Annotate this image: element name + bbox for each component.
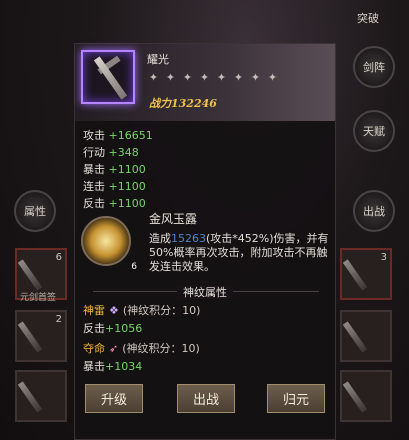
- rune-name: 夺命: [83, 342, 105, 355]
- slot-count: 2: [55, 314, 62, 325]
- slot-count: 3: [380, 252, 387, 263]
- rune-attribute: 反击+1056: [83, 320, 142, 336]
- attr-label: 反击: [83, 322, 105, 335]
- attr-value: +1100: [108, 197, 146, 210]
- attribute-row: 行动 +348: [83, 144, 153, 161]
- attr-label: 暴击: [83, 163, 105, 176]
- rune-name: 神雷: [83, 304, 105, 317]
- star-icon: ✦: [148, 71, 159, 84]
- rune-header: 夺命 ➶ (神纹积分：10): [83, 340, 200, 356]
- star-rating: ✦ ✦ ✦ ✦ ✦ ✦ ✦ ✦: [147, 71, 279, 84]
- item-detail-panel: 耀光 ✦ ✦ ✦ ✦ ✦ ✦ ✦ ✦ 战力132246 攻击 +16651 行动…: [74, 43, 336, 440]
- attribute-row: 攻击 +16651: [83, 127, 153, 144]
- skill-damage-value: 15263: [171, 232, 206, 245]
- attr-label: 连击: [83, 180, 105, 193]
- thunder-rune-icon: ❖: [109, 304, 119, 317]
- rune-score: (神纹积分：10): [122, 342, 200, 355]
- deadly-rune-icon: ➶: [109, 342, 119, 355]
- item-name: 耀光: [147, 53, 169, 66]
- attr-value: +16651: [108, 129, 153, 142]
- skill-level: 6: [131, 262, 137, 272]
- sword-icon: [342, 259, 368, 291]
- sword-icon: [342, 321, 368, 353]
- star-icon: ✦: [182, 71, 193, 84]
- rune-section-title: 神纹属性: [75, 284, 335, 300]
- sword-slot[interactable]: [15, 370, 67, 422]
- item-header: 耀光 ✦ ✦ ✦ ✦ ✦ ✦ ✦ ✦ 战力132246: [75, 44, 335, 121]
- combat-power: 战力132246: [149, 95, 217, 111]
- rune-attribute: 暴击+1034: [83, 358, 142, 374]
- attr-label: 暴击: [83, 360, 105, 373]
- deploy-tab-button[interactable]: 出战: [353, 190, 395, 232]
- sword-icon: [342, 381, 368, 413]
- rune-score: (神纹积分：10): [122, 304, 201, 317]
- rune-header: 神雷 ❖ (神纹积分：10): [83, 302, 200, 318]
- sword-slot[interactable]: 3: [340, 248, 392, 300]
- sword-slot[interactable]: [340, 310, 392, 362]
- sword-icon: [17, 259, 43, 291]
- sword-slot[interactable]: [340, 370, 392, 422]
- attr-value: +1056: [105, 322, 143, 335]
- attribute-tab-label: 属性: [24, 204, 46, 218]
- item-icon-frame: [81, 50, 135, 104]
- upgrade-button[interactable]: 升级: [85, 384, 143, 413]
- rune-section-label: 神纹属性: [177, 286, 233, 299]
- skill-name: 金风玉露: [149, 212, 198, 226]
- skill-icon[interactable]: 6: [81, 216, 137, 272]
- power-label: 战力: [149, 97, 171, 110]
- attr-label: 行动: [83, 146, 105, 159]
- sword-formation-label: 剑阵: [363, 60, 385, 74]
- attribute-row: 反击 +1100: [83, 195, 153, 212]
- slot-caption: 元剑首签: [20, 293, 57, 303]
- attr-value: +1100: [108, 163, 146, 176]
- star-icon: ✦: [199, 71, 210, 84]
- star-icon: ✦: [233, 71, 244, 84]
- attr-value: +1034: [105, 360, 143, 373]
- attr-label: 攻击: [83, 129, 105, 142]
- sword-icon: [17, 321, 43, 353]
- attribute-tab-button[interactable]: 属性: [14, 190, 56, 232]
- attr-value: +348: [108, 146, 139, 159]
- attribute-row: 暴击 +1100: [83, 161, 153, 178]
- talent-button[interactable]: 天赋: [353, 110, 395, 152]
- skill-block: 6 金风玉露 造成15263(攻击*452%)伤害，并有50%概率再次攻击，附加…: [81, 212, 329, 284]
- star-icon: ✦: [267, 71, 278, 84]
- attr-value: +1100: [108, 180, 146, 193]
- skill-description: 造成15263(攻击*452%)伤害，并有50%概率再次攻击，附加攻击不再触发连…: [149, 232, 329, 274]
- sword-icon: [17, 381, 43, 413]
- breakthrough-label[interactable]: 突破: [357, 10, 379, 26]
- deploy-button[interactable]: 出战: [177, 384, 235, 413]
- sword-formation-button[interactable]: 剑阵: [353, 46, 395, 88]
- attribute-list: 攻击 +16651 行动 +348 暴击 +1100 连击 +1100 反击 +…: [83, 127, 153, 212]
- star-icon: ✦: [250, 71, 261, 84]
- sword-slot[interactable]: 2: [15, 310, 67, 362]
- deploy-tab-label: 出战: [363, 204, 385, 218]
- power-value: 132246: [171, 97, 217, 110]
- star-icon: ✦: [165, 71, 176, 84]
- attr-label: 反击: [83, 197, 105, 210]
- attribute-row: 连击 +1100: [83, 178, 153, 195]
- skill-desc-prefix: 造成: [149, 232, 171, 245]
- return-button[interactable]: 归元: [267, 384, 325, 413]
- slot-count: 6: [55, 252, 62, 263]
- star-icon: ✦: [216, 71, 227, 84]
- talent-label: 天赋: [363, 124, 385, 138]
